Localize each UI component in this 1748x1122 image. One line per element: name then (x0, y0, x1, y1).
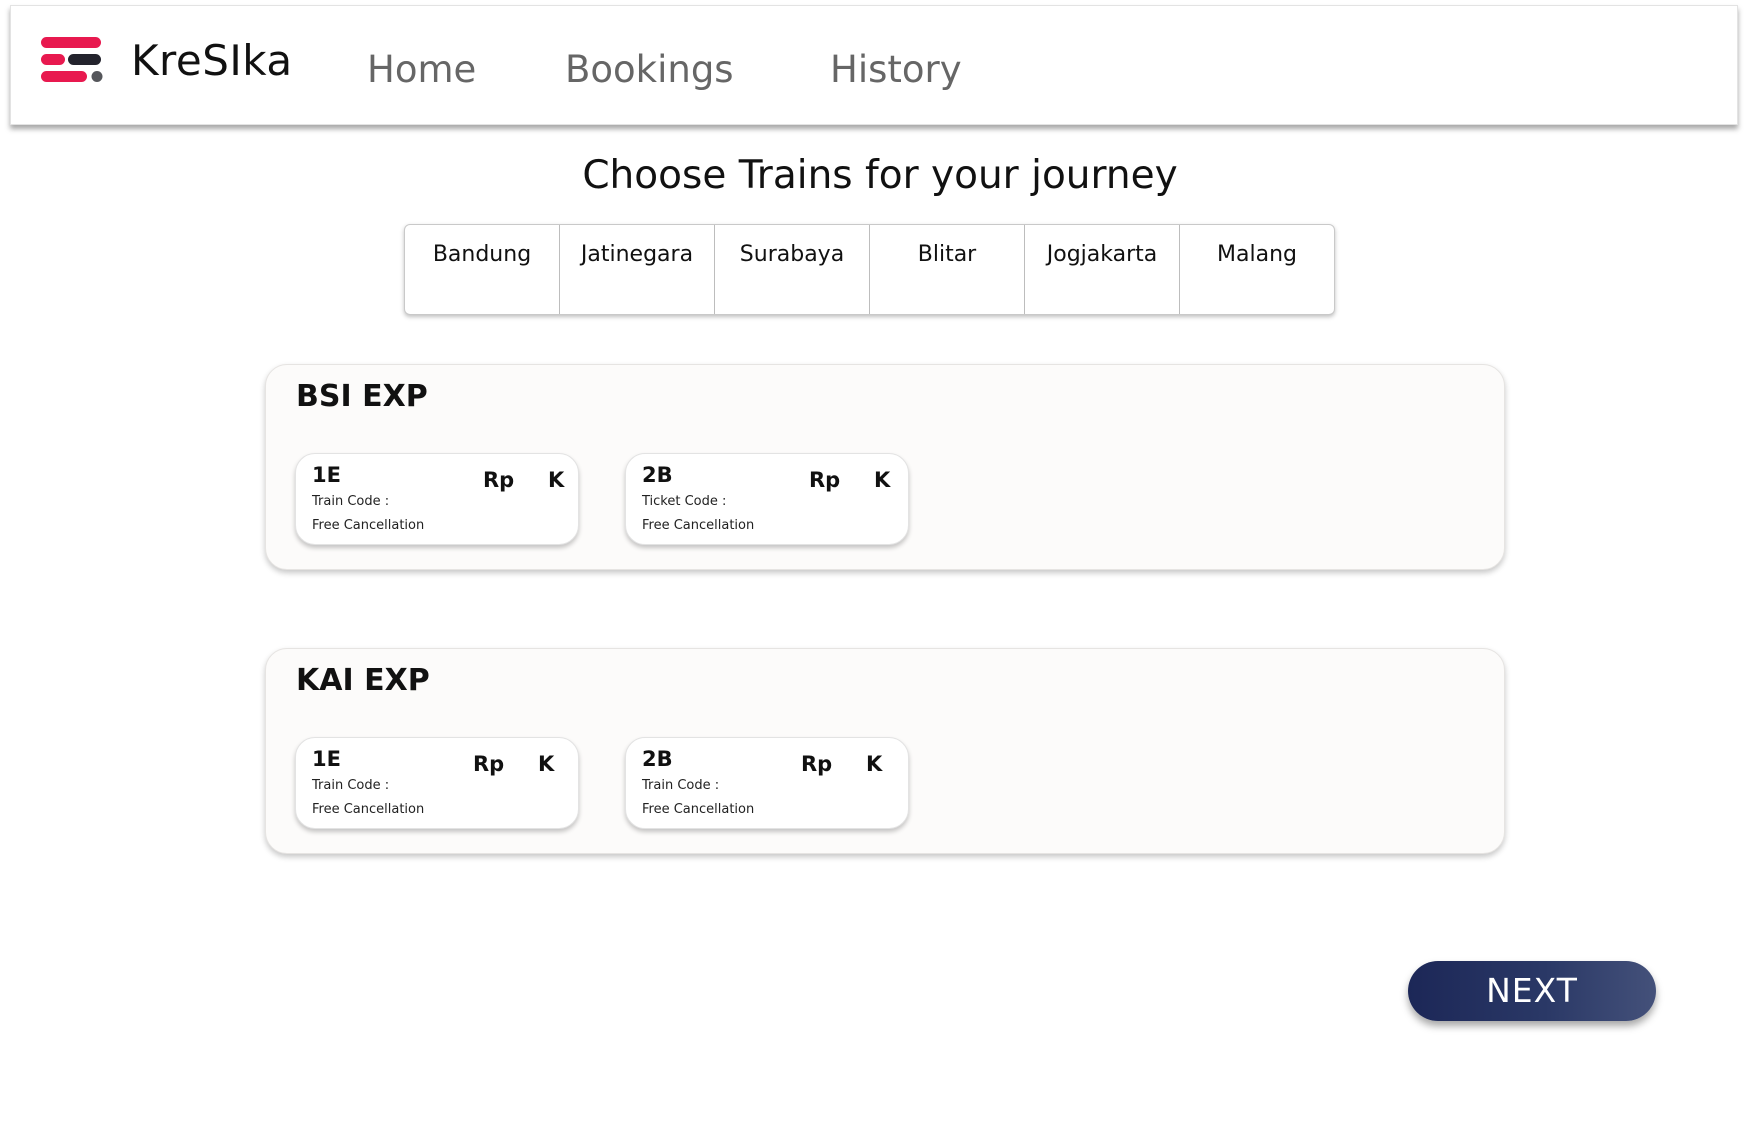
city-tab-bandung[interactable]: Bandung (405, 225, 560, 314)
code-label: Train Code : (312, 778, 390, 793)
city-tab-blitar[interactable]: Blitar (870, 225, 1025, 314)
seat-class: 2B (642, 463, 673, 487)
city-tab-malang[interactable]: Malang (1180, 225, 1334, 314)
price-unit: K (548, 468, 565, 492)
train-name: BSI EXP (296, 379, 428, 414)
code-label: Train Code : (642, 778, 720, 793)
price-currency: Rp (801, 752, 833, 776)
price-currency: Rp (809, 468, 841, 492)
cancellation-label: Free Cancellation (642, 802, 755, 817)
price-unit: K (866, 752, 883, 776)
train-name: KAI EXP (296, 663, 430, 698)
nav-bookings[interactable]: Bookings (565, 48, 734, 91)
cancellation-label: Free Cancellation (312, 802, 425, 817)
code-label: Ticket Code : (642, 494, 727, 509)
price-unit: K (874, 468, 891, 492)
brand-name[interactable]: KreSIka (131, 36, 293, 85)
price-currency: Rp (483, 468, 515, 492)
city-tabs: Bandung Jatinegara Surabaya Blitar Jogja… (404, 224, 1335, 315)
seat-option[interactable]: 2B Rp K Ticket Code : Free Cancellation (625, 453, 909, 545)
train-card: KAI EXP 1E Rp K Train Code : Free Cancel… (265, 648, 1505, 854)
page-title: Choose Trains for your journey (582, 153, 1178, 198)
seat-option[interactable]: 1E Rp K Train Code : Free Cancellation (295, 737, 579, 829)
logo-icon[interactable] (41, 35, 111, 91)
seat-class: 1E (312, 463, 341, 487)
train-card: BSI EXP 1E Rp K Train Code : Free Cancel… (265, 364, 1505, 570)
seat-option[interactable]: 2B Rp K Train Code : Free Cancellation (625, 737, 909, 829)
city-tab-jogjakarta[interactable]: Jogjakarta (1025, 225, 1180, 314)
next-button[interactable]: NEXT (1408, 961, 1656, 1021)
seat-class: 1E (312, 747, 341, 771)
code-label: Train Code : (312, 494, 390, 509)
nav-history[interactable]: History (830, 48, 962, 91)
cancellation-label: Free Cancellation (312, 518, 425, 533)
seat-option[interactable]: 1E Rp K Train Code : Free Cancellation (295, 453, 579, 545)
top-navbar: KreSIka Home Bookings History (10, 5, 1738, 125)
city-tab-surabaya[interactable]: Surabaya (715, 225, 870, 314)
price-currency: Rp (473, 752, 505, 776)
cancellation-label: Free Cancellation (642, 518, 755, 533)
seat-class: 2B (642, 747, 673, 771)
nav-home[interactable]: Home (367, 48, 476, 91)
price-unit: K (538, 752, 555, 776)
city-tab-jatinegara[interactable]: Jatinegara (560, 225, 715, 314)
